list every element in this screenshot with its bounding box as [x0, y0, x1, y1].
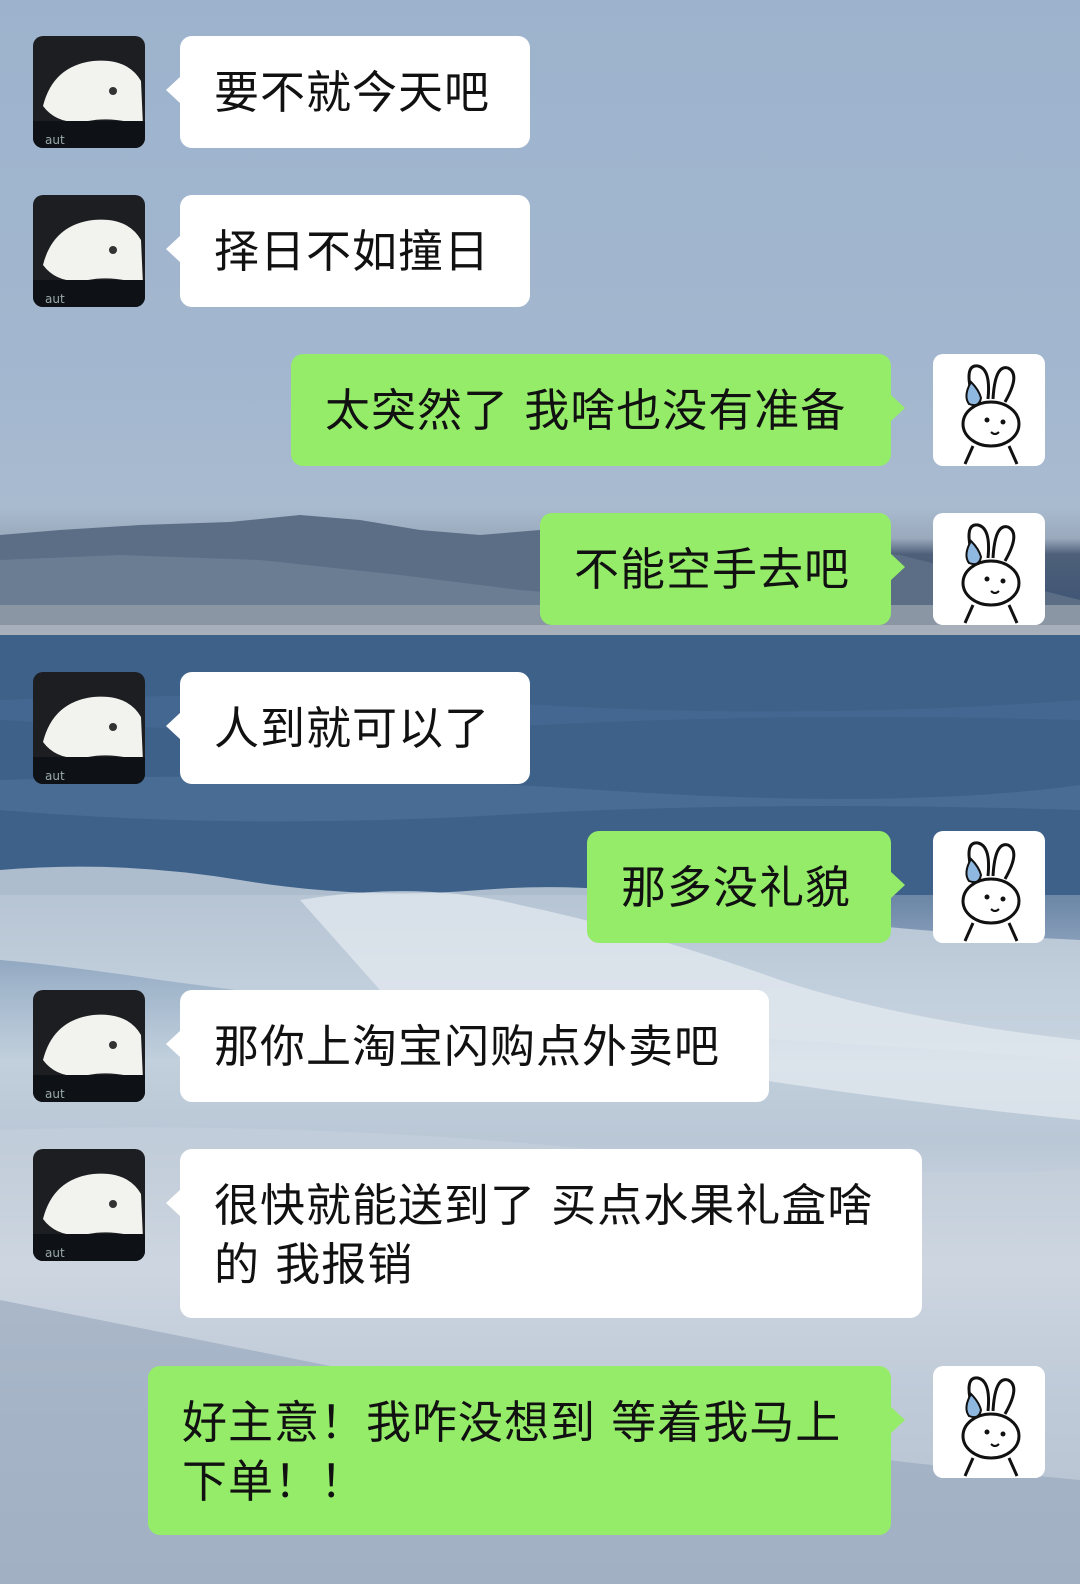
svg-text:aut: aut: [45, 133, 65, 147]
cat-avatar[interactable]: aut: [33, 1149, 145, 1261]
svg-text:aut: aut: [45, 1087, 65, 1101]
outgoing-bubble[interactable]: 好主意！我咋没想到 等着我马上下单！！: [148, 1366, 905, 1535]
svg-text:aut: aut: [45, 769, 65, 783]
cat-avatar[interactable]: aut: [33, 36, 145, 148]
cat-avatar[interactable]: aut: [33, 195, 145, 307]
incoming-bubble[interactable]: 很快就能送到了 买点水果礼盒啥的 我报销: [166, 1149, 922, 1318]
message-text: 太突然了 我啥也没有准备: [325, 384, 847, 437]
message-text: 人到就可以了: [214, 702, 491, 755]
outgoing-bubble[interactable]: 那多没礼貌: [587, 831, 905, 943]
message-text: 那你上淘宝闪购点外卖吧: [214, 1020, 721, 1073]
bunny-sweat-avatar[interactable]: [933, 513, 1045, 625]
message-text: 要不就今天吧: [214, 66, 491, 119]
incoming-bubble[interactable]: 择日不如撞日: [166, 195, 530, 307]
cat-avatar[interactable]: aut: [33, 672, 145, 784]
message-text: 择日不如撞日: [214, 225, 491, 278]
bunny-sweat-avatar[interactable]: [933, 831, 1045, 943]
incoming-bubble[interactable]: 人到就可以了: [166, 672, 530, 784]
incoming-bubble[interactable]: 要不就今天吧: [166, 36, 530, 148]
message-text: 不能空手去吧: [574, 543, 851, 596]
outgoing-bubble[interactable]: 不能空手去吧: [540, 513, 905, 625]
message-text: 那多没礼貌: [621, 861, 852, 914]
sea-background: [0, 515, 1080, 1584]
bunny-sweat-avatar[interactable]: [933, 354, 1045, 466]
outgoing-bubble[interactable]: 太突然了 我啥也没有准备: [291, 354, 905, 466]
incoming-bubble[interactable]: 那你上淘宝闪购点外卖吧: [166, 990, 769, 1102]
svg-text:aut: aut: [45, 1246, 65, 1260]
svg-text:aut: aut: [45, 292, 65, 306]
message-text: 好主意！我咋没想到 等着我马上下单！！: [182, 1396, 842, 1508]
bunny-sweat-avatar[interactable]: [933, 1366, 1045, 1478]
message-text: 很快就能送到了 买点水果礼盒啥的 我报销: [214, 1179, 874, 1291]
cat-avatar[interactable]: aut: [33, 990, 145, 1102]
